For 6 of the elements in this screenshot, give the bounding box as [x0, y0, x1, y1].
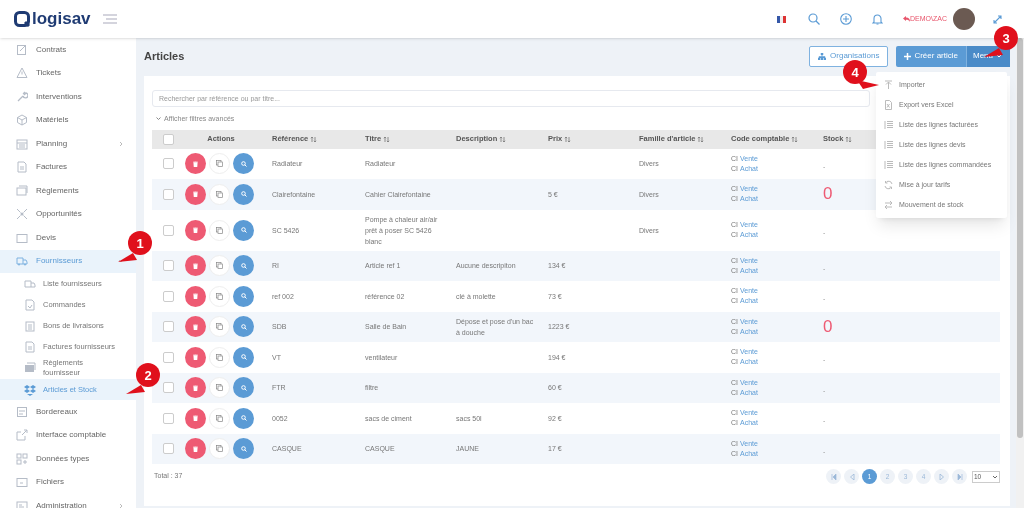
logo-text: logisav: [32, 8, 91, 31]
numbered-callout-tooltip: 1: [115, 229, 155, 263]
page-title: Articles: [144, 48, 185, 64]
numbered-callout-tooltip: 2: [123, 361, 163, 395]
stock-value: 0: [823, 184, 833, 204]
stock-value: 0: [823, 316, 833, 336]
